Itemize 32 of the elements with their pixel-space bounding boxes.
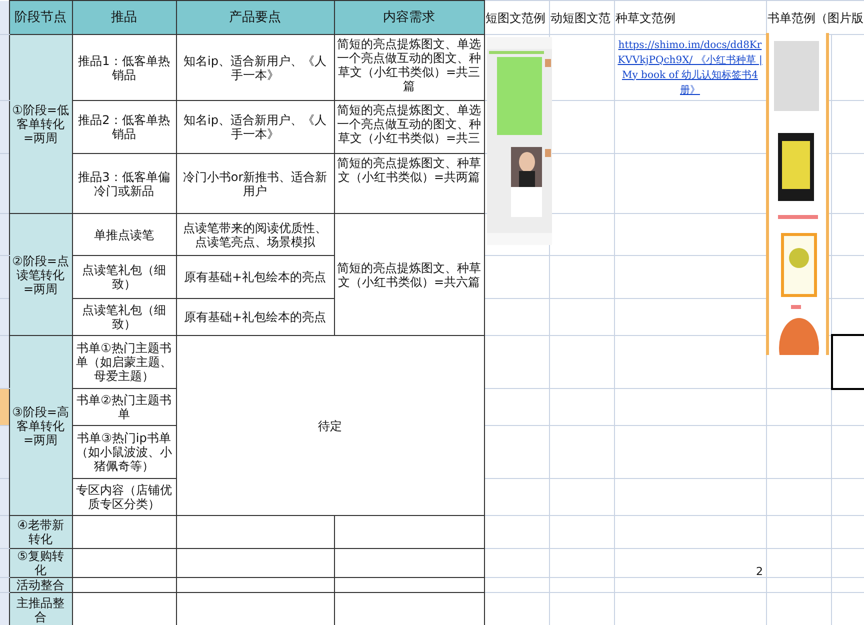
page-number: 2 [756, 565, 763, 578]
column-header: 短图文范例 [484, 0, 549, 34]
stage-label: ④老带新转化 [9, 516, 72, 548]
table-cell: 点读笔带来的阅读优质性、点读笔亮点、场景模拟 [176, 214, 334, 256]
cell-cursor [831, 334, 864, 390]
table-cell: 知名ip、适合新用户、《人手一本》 [176, 100, 334, 154]
stage-label: ②阶段=点读笔转化=两周 [9, 214, 72, 336]
stage-label: ①阶段=低客单转化=两周 [9, 34, 72, 214]
table-cell: 冷门小书or新推书、适合新用户 [176, 154, 334, 214]
table-cell: 推品2：低客单热销品 [72, 100, 176, 154]
column-header: 产品要点 [176, 0, 334, 34]
table-cell: 简短的亮点提炼图文、种草文（小红书类似）=共六篇 [334, 214, 484, 336]
stage-label: ③阶段=高客单转化=两周 [9, 336, 72, 516]
table-cell: 推品1：低客单热销品 [72, 34, 176, 100]
table-cell: 简短的亮点提炼图文、种草文（小红书类似）=共两篇 [334, 154, 484, 214]
column-header: 动短图文范 [549, 0, 614, 34]
table-cell: 单推点读笔 [72, 214, 176, 256]
table-cell: 推品3：低客单偏冷门或新品 [72, 154, 176, 214]
table-cell: 简短的亮点提炼图文、单选一个亮点做互动的图文、种草文（小红书类似）=共三 [334, 100, 484, 154]
column-header: 推品 [72, 0, 176, 34]
column-header: 种草文范例 [614, 0, 766, 34]
column-header: 内容需求 [334, 0, 484, 34]
stage-label: 活动整合 [9, 578, 72, 592]
table-cell: 简短的亮点提炼图文、单选一个亮点做互动的图文、种草文（小红书类似）=共三篇 [334, 34, 484, 100]
column-header: 阶段节点 [9, 0, 72, 34]
stage-label: 主推品整合 [9, 592, 72, 625]
table-cell: 书单①热门主题书单（如启蒙主题、母爱主题） [72, 336, 176, 388]
table-cell: 待定 [176, 336, 484, 516]
table-cell: 知名ip、适合新用户、《人手一本》 [176, 34, 334, 100]
table-cell: 点读笔礼包（细致） [72, 256, 176, 298]
stage-label: ⑤复购转化 [9, 548, 72, 578]
table-cell: 点读笔礼包（细致） [72, 298, 176, 336]
